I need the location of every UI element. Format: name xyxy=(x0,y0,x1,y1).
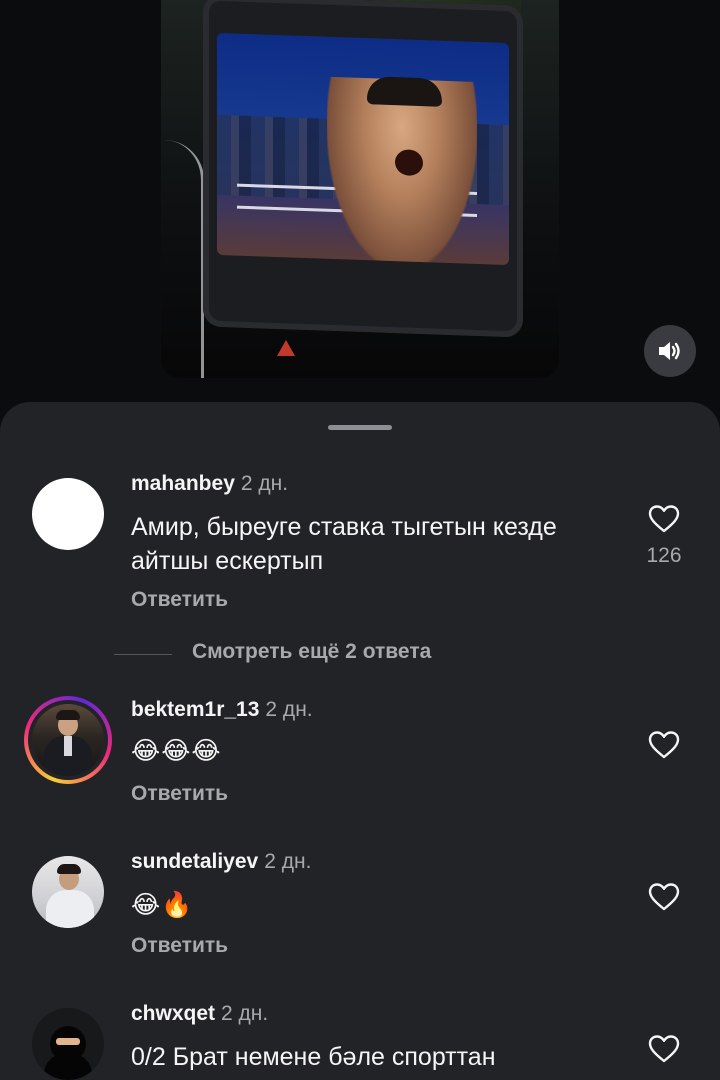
sound-toggle-button[interactable] xyxy=(644,325,696,377)
like-count: 126 xyxy=(646,544,682,567)
avatar[interactable] xyxy=(32,478,104,550)
avatar[interactable] xyxy=(32,1008,104,1080)
like-button[interactable] xyxy=(644,882,684,922)
avatar-photo xyxy=(32,704,104,776)
comment-username[interactable]: sundetaliyev xyxy=(131,850,258,873)
heart-outline-icon xyxy=(648,505,680,533)
heart-outline-icon xyxy=(648,731,680,759)
video-player[interactable] xyxy=(161,0,559,378)
comment-meta: mahanbey 2 дн. xyxy=(131,472,288,496)
video-screen-frame xyxy=(217,32,509,266)
avatar[interactable] xyxy=(32,856,104,928)
heart-outline-icon xyxy=(648,1035,680,1063)
comment-meta: chwxqet 2 дн. xyxy=(131,1002,268,1026)
avatar-with-story-ring[interactable] xyxy=(24,696,112,784)
view-more-replies-label[interactable]: Смотреть ещё 2 ответа xyxy=(192,640,431,664)
reply-button[interactable]: Ответить xyxy=(131,588,228,612)
hazard-icon xyxy=(277,340,295,356)
avatar-photo xyxy=(32,856,104,928)
comment-meta: sundetaliyev 2 дн. xyxy=(131,850,311,874)
video-area xyxy=(0,0,720,420)
comment-time: 2 дн. xyxy=(240,472,289,495)
comments-sheet: mahanbey 2 дн. Амир, быреуге ставка тыгет… xyxy=(0,402,720,1080)
comment-meta: bektem1r_13 2 дн. xyxy=(131,698,313,722)
comment-text: 😂😂😂 xyxy=(131,736,222,765)
video-cable xyxy=(161,140,204,378)
comment-text: 0/2 Брат немене бәле спорттан xyxy=(131,1043,496,1071)
comment-text: 😂🔥 xyxy=(131,890,194,919)
comment-username[interactable]: bektem1r_13 xyxy=(131,698,259,721)
view-more-replies[interactable]: Смотреть ещё 2 ответа xyxy=(0,640,720,670)
comment-time: 2 дн. xyxy=(265,698,313,721)
sheet-drag-handle[interactable] xyxy=(328,425,392,430)
replies-divider xyxy=(114,654,172,655)
comment-time: 2 дн. xyxy=(264,850,312,873)
video-tablet xyxy=(203,0,523,338)
comment-time: 2 дн. xyxy=(221,1002,269,1025)
reply-button[interactable]: Ответить xyxy=(131,934,228,958)
like-button[interactable] xyxy=(644,730,684,770)
reply-button[interactable]: Ответить xyxy=(131,782,228,806)
like-button[interactable]: 126 xyxy=(644,504,684,568)
speaker-icon xyxy=(659,342,680,360)
comment-username[interactable]: chwxqet xyxy=(131,1002,215,1025)
comment-text: Амир, быреуге ставка тыгетын кезде айтшы… xyxy=(131,513,557,575)
heart-outline-icon xyxy=(648,883,680,911)
comment-username[interactable]: mahanbey xyxy=(131,472,235,495)
like-button[interactable] xyxy=(644,1034,684,1064)
